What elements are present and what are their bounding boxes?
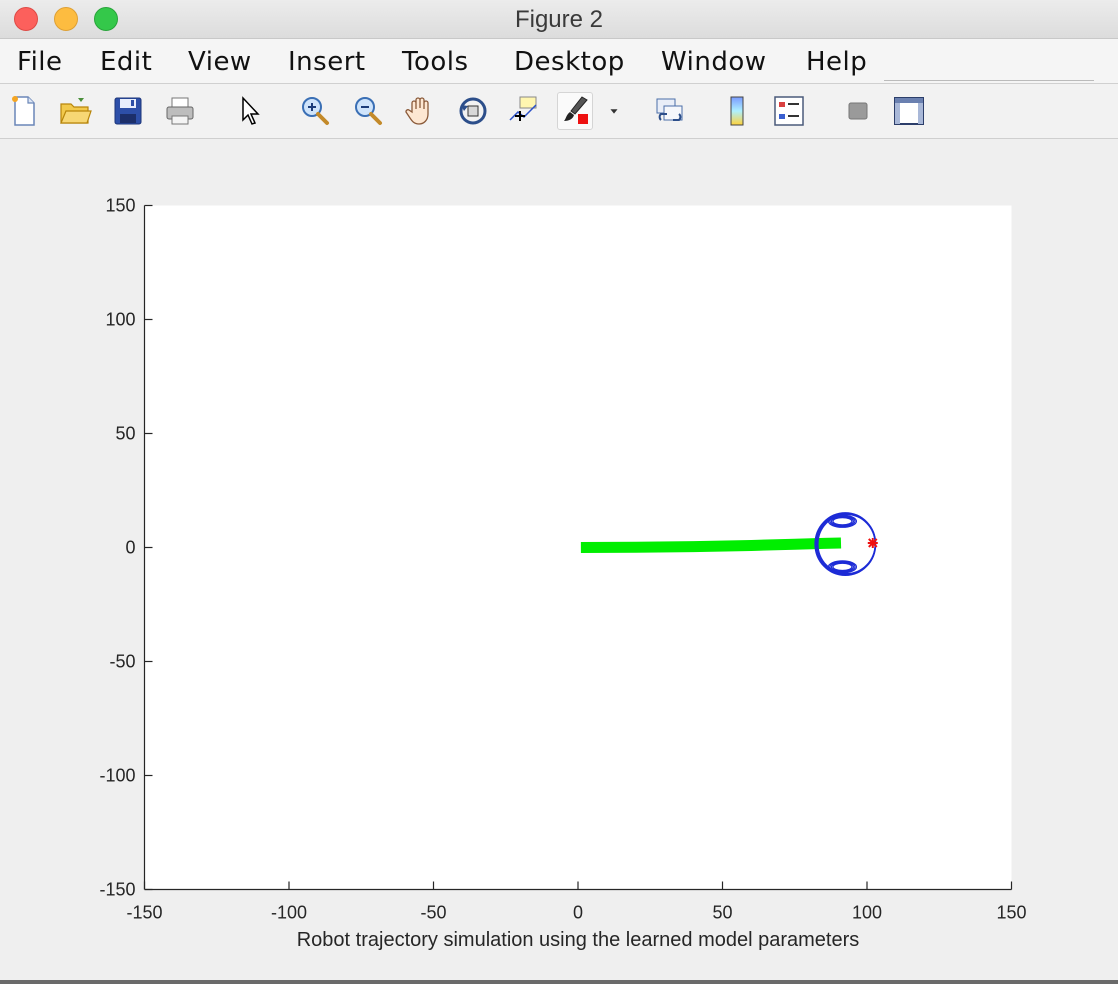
title-bar[interactable]: Figure 2 <box>0 0 1118 39</box>
x-axis-label: Robot trajectory simulation using the le… <box>297 929 860 951</box>
menu-bar: File Edit View Insert Tools Desktop Wind… <box>0 39 1118 108</box>
x-tick-label: -50 <box>420 903 446 923</box>
window-bottom-edge <box>0 980 1118 984</box>
figure-window: Figure 2 File Edit View Insert Tools Des… <box>0 0 1118 984</box>
figure-canvas[interactable]: -150 -100 -50 0 50 100 150 150 100 50 0 -50 -100 -150… <box>0 139 1118 984</box>
x-tick-label: -100 <box>271 903 307 923</box>
legend-icon[interactable] <box>771 92 807 130</box>
colorbar-icon[interactable] <box>720 92 756 130</box>
trajectory-line <box>580 537 842 553</box>
y-tick-label: -100 <box>99 766 135 786</box>
brush-icon[interactable] <box>557 92 593 130</box>
x-tick-label: 0 <box>573 903 583 923</box>
axes-background[interactable] <box>144 205 1012 890</box>
hide-plot-tools-icon[interactable] <box>840 92 876 130</box>
x-tick-label: 150 <box>996 903 1026 923</box>
y-tick-label: 50 <box>115 424 135 444</box>
window-title: Figure 2 <box>514 6 604 33</box>
y-tick-label: -50 <box>109 652 135 672</box>
y-tick-label: 150 <box>105 196 135 216</box>
figure-toolbar <box>0 84 1118 139</box>
x-tick-label: 50 <box>712 903 732 923</box>
open-file-icon[interactable] <box>57 92 93 130</box>
show-plot-tools-icon[interactable] <box>891 92 927 130</box>
plot-svg: -150 -100 -50 0 50 100 150 150 100 50 0 -50 -100 -150… <box>99 196 1026 952</box>
y-tick-label: -150 <box>99 880 135 900</box>
print-icon[interactable] <box>162 92 198 130</box>
rotate-3d-icon[interactable] <box>455 92 491 130</box>
y-tick-label: 0 <box>125 538 135 558</box>
menu-divider <box>884 80 1094 81</box>
menu-desktop[interactable]: Desktop <box>514 47 625 77</box>
menu-view[interactable]: View <box>188 47 252 77</box>
brush-dropdown-icon[interactable] <box>599 92 629 130</box>
menu-insert[interactable]: Insert <box>288 47 366 77</box>
menu-window[interactable]: Window <box>661 47 767 77</box>
edit-plot-arrow-icon[interactable] <box>232 92 268 130</box>
robot-heading-marker <box>867 537 878 548</box>
menu-help[interactable]: Help <box>806 47 867 77</box>
menu-file[interactable]: File <box>17 47 63 77</box>
y-tick-label: 100 <box>105 310 135 330</box>
new-figure-icon[interactable] <box>6 92 42 130</box>
save-icon[interactable] <box>110 92 146 130</box>
zoom-in-icon[interactable] <box>297 92 333 130</box>
x-tick-label: -150 <box>126 903 162 923</box>
data-cursor-icon[interactable] <box>506 92 542 130</box>
zoom-out-icon[interactable] <box>350 92 386 130</box>
menu-edit[interactable]: Edit <box>100 47 152 77</box>
x-tick-label: 100 <box>852 903 882 923</box>
menu-tools[interactable]: Tools <box>402 47 469 77</box>
link-plot-icon[interactable] <box>652 92 688 130</box>
pan-hand-icon[interactable] <box>402 92 438 130</box>
